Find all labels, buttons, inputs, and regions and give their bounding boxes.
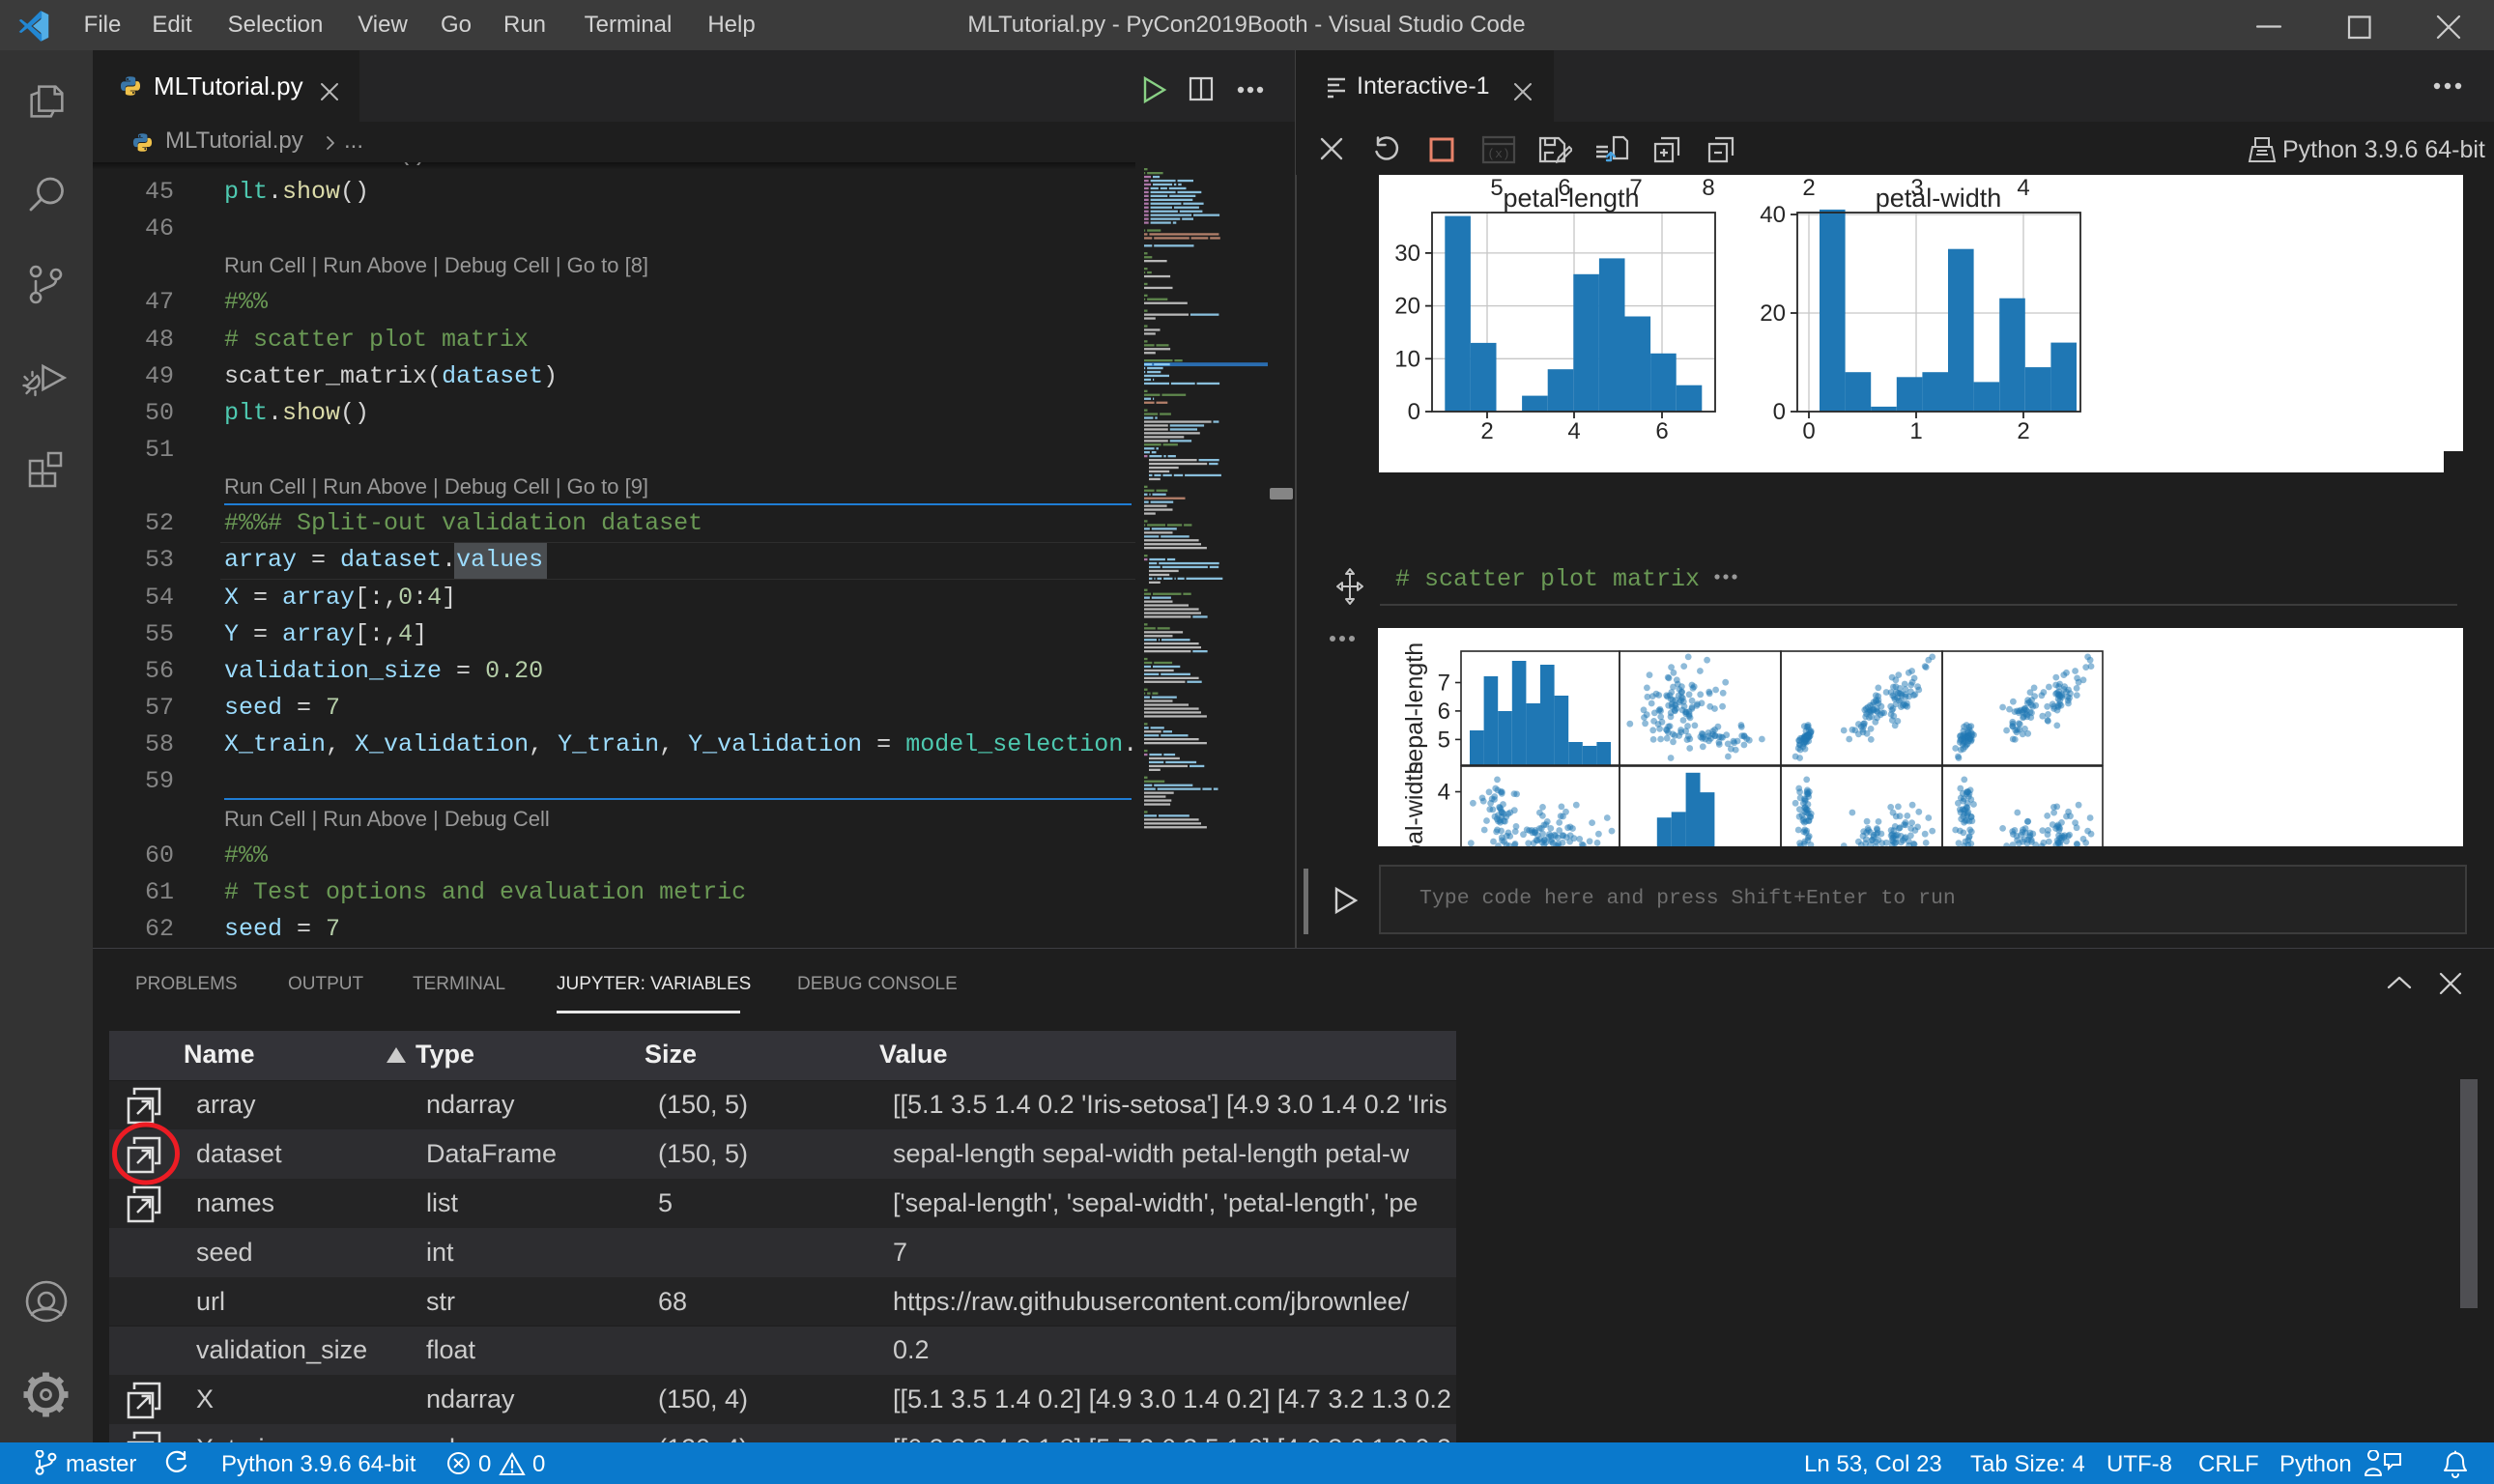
svg-text:0: 0 [1773,399,1786,425]
svg-text:2: 2 [2017,418,2029,444]
svg-text:20: 20 [1760,300,1786,327]
svg-text:2: 2 [1480,418,1493,444]
svg-text:petal-width: petal-width [1876,184,2002,213]
svg-text:8: 8 [1702,175,1714,201]
svg-text:20: 20 [1394,294,1420,320]
svg-text:6: 6 [1655,418,1668,444]
svg-text:7: 7 [1438,671,1450,697]
svg-text:5: 5 [1438,727,1450,753]
svg-text:5: 5 [1490,175,1503,201]
svg-text:0: 0 [1802,418,1815,444]
svg-text:0: 0 [1408,399,1420,425]
svg-text:30: 30 [1394,241,1420,267]
svg-text:petal-length: petal-length [1503,184,1639,213]
svg-text:6: 6 [1438,699,1450,725]
svg-text:40: 40 [1760,202,1786,228]
svg-text:1: 1 [1909,418,1922,444]
svg-text:4: 4 [1567,418,1580,444]
svg-text:4: 4 [1438,780,1450,806]
svg-text:(x): (x) [1487,147,1509,161]
svg-text:sepal-length: sepal-length [1401,642,1428,774]
svg-text:4: 4 [2017,175,2029,201]
svg-text:2: 2 [1802,175,1815,201]
svg-text:sepal-width: sepal-width [1401,761,1428,846]
svg-text:10: 10 [1394,346,1420,372]
